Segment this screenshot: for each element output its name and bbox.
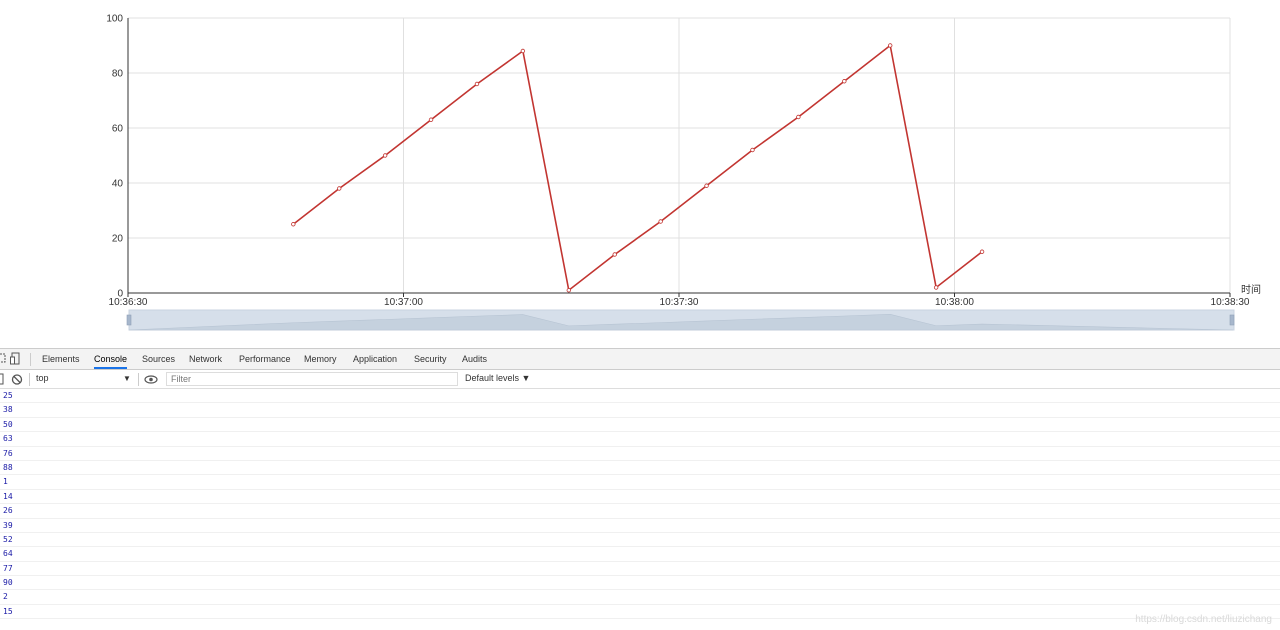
console-log-line: 25 <box>0 389 1280 404</box>
context-select[interactable]: top <box>36 371 132 386</box>
eye-icon[interactable] <box>144 373 158 386</box>
data-point <box>612 252 617 257</box>
tab-elements[interactable]: Elements <box>42 349 80 369</box>
console-log-line: 77 <box>0 562 1280 577</box>
data-point <box>842 79 847 84</box>
watermark-text: https://blog.csdn.net/liuzichang <box>1135 614 1272 625</box>
console-log-line: 90 <box>0 576 1280 591</box>
tab-performance[interactable]: Performance <box>239 349 291 369</box>
data-point <box>750 147 755 153</box>
data-point <box>979 249 985 254</box>
devtools-panel: Elements Console Sources Network Performance… <box>0 348 1280 630</box>
clear-console-icon[interactable] <box>11 373 23 386</box>
x-tick-label: 10:37:30 <box>660 297 699 308</box>
chevron-down-icon: ▼ <box>123 374 131 383</box>
sidebar-toggle-icon[interactable] <box>0 373 8 386</box>
filter-input[interactable] <box>166 372 458 386</box>
data-point <box>658 219 663 224</box>
console-output: 25 38 50 63 76 88 1 14 26 39 52 64 77 90 2 15 <box>0 389 1280 620</box>
devtools-tabbar: Elements Console Sources Network Performance… <box>0 348 1280 370</box>
chart-svg: 02040608010010:36:30 10:37:00 10:37:30 10:3… <box>106 14 1261 331</box>
console-log-line: 39 <box>0 519 1280 533</box>
zoom-handle-left[interactable] <box>126 314 132 326</box>
console-log-line: 14 <box>0 490 1280 505</box>
toolbar-divider <box>30 353 31 366</box>
data-point <box>428 117 434 122</box>
console-log-line: 38 <box>0 403 1280 418</box>
tab-audits[interactable]: Audits <box>462 349 487 369</box>
console-log-line: 50 <box>0 418 1280 433</box>
data-point <box>291 222 296 227</box>
console-log-line: 2 <box>0 590 1280 605</box>
y-tick-label: 60 <box>112 124 124 135</box>
tab-application[interactable]: Application <box>353 349 397 369</box>
console-log-line: 1 <box>0 475 1280 490</box>
toolbar-divider <box>29 373 30 386</box>
data-point <box>704 183 709 188</box>
y-tick-label: 80 <box>112 69 124 80</box>
toolbar-divider <box>138 373 139 386</box>
data-point <box>888 43 893 48</box>
y-tick-label: 40 <box>112 179 124 190</box>
tab-sources[interactable]: Sources <box>142 349 175 369</box>
x-tick-label: 10:38:30 <box>1211 297 1250 308</box>
x-tick-label: 10:36:30 <box>109 297 148 308</box>
console-log-line: 64 <box>0 547 1280 562</box>
x-tick-label: 10:37:00 <box>384 297 423 308</box>
y-tick-label: 20 <box>112 234 124 245</box>
tab-console[interactable]: Console <box>94 349 128 369</box>
data-point <box>933 285 939 290</box>
x-axis-title: 时间 <box>1241 283 1261 296</box>
data-point <box>566 288 571 293</box>
tab-memory[interactable]: Memory <box>304 349 337 369</box>
data-point <box>337 186 342 191</box>
console-filter-bar: top ▼ Default levels ▼ <box>0 370 1280 389</box>
zoom-handle-right[interactable] <box>1229 314 1235 326</box>
data-point <box>382 153 388 158</box>
tab-security[interactable]: Security <box>414 349 447 369</box>
console-log-line: 88 <box>0 461 1280 476</box>
y-tick-label: 100 <box>106 14 123 25</box>
data-point <box>474 81 480 87</box>
line-chart: 0 20 40 60 80 100 10:36:30 10:37:00 10:37:30 10:3… <box>0 0 1280 340</box>
inspect-element-icon[interactable] <box>0 352 8 365</box>
device-toolbar-icon[interactable] <box>10 352 22 365</box>
data-point <box>520 48 526 54</box>
series-line <box>292 44 983 292</box>
console-log-line: 26 <box>0 504 1280 519</box>
console-log-line: 76 <box>0 447 1280 461</box>
log-levels-dropdown[interactable]: Default levels ▼ <box>465 371 530 386</box>
console-log-line: 15 <box>0 605 1280 620</box>
console-log-line: 63 <box>0 432 1280 447</box>
data-point <box>796 114 801 120</box>
tab-network[interactable]: Network <box>189 349 222 369</box>
console-log-line: 52 <box>0 533 1280 548</box>
x-tick-label: 10:38:00 <box>935 297 974 308</box>
